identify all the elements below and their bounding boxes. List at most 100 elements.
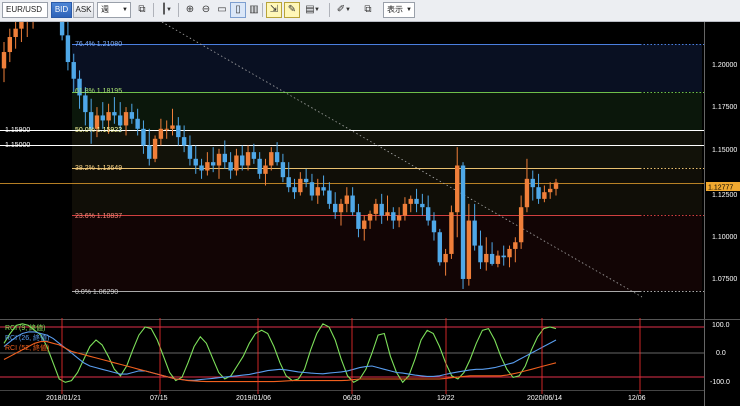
- date-tick-label: 12/06: [628, 395, 646, 402]
- candle-body: [1, 52, 7, 69]
- fib-label-50: 50.0% 1.15922: [75, 127, 122, 134]
- candle-body: [19, 22, 24, 29]
- fib-label-23: 23.6% 1.10837: [75, 213, 122, 220]
- date-tick-label: 2018/01/21: [46, 395, 81, 402]
- display-menu[interactable]: 表示 ▼: [383, 2, 415, 18]
- candle-body: [518, 207, 524, 243]
- candle-body: [484, 253, 489, 263]
- candle-body: [356, 212, 361, 229]
- candle-body: [443, 253, 448, 263]
- split-view-icon[interactable]: ▥: [246, 2, 262, 18]
- period-select[interactable]: 週 ▼: [97, 2, 131, 18]
- zoom-out-icon[interactable]: ⊖: [198, 2, 214, 18]
- candle-body: [321, 187, 326, 191]
- candle-body: [408, 198, 413, 204]
- candle-body: [205, 162, 210, 171]
- chevron-down-icon: ▼: [122, 7, 128, 13]
- candle-body: [129, 112, 135, 119]
- period-label: 週: [101, 5, 109, 14]
- candle-body: [158, 128, 164, 139]
- price-tick-label: 1.15000: [712, 147, 737, 154]
- candle-body: [170, 125, 175, 129]
- candle-body: [100, 115, 105, 121]
- candle-body: [542, 192, 547, 199]
- screen-layout-icon[interactable]: ⧉: [360, 2, 376, 18]
- candle-body: [466, 220, 472, 279]
- candle-body: [298, 178, 303, 193]
- scroll-lock-icon[interactable]: ▯: [230, 2, 246, 18]
- copy-icon[interactable]: ⧉: [134, 2, 150, 18]
- candle-body: [222, 153, 227, 163]
- candle-body: [141, 128, 146, 146]
- draw-tool-dropdown-icon[interactable]: ▼: [343, 2, 353, 18]
- fib-label-0: 0.0% 1.06290: [75, 289, 118, 296]
- candle-body: [147, 145, 152, 159]
- fib-zone: [72, 44, 702, 93]
- candle-body: [379, 203, 384, 216]
- fib-zone: [72, 214, 702, 291]
- rci-tick-label: 100.0: [712, 322, 730, 329]
- candle-body: [338, 203, 344, 213]
- candle-body: [65, 35, 71, 63]
- indicator-dropdown-icon[interactable]: ▼: [312, 2, 322, 18]
- fit-icon[interactable]: ▭: [214, 2, 230, 18]
- candle-body: [71, 62, 76, 79]
- candle-body: [402, 203, 408, 216]
- candle-body: [251, 152, 257, 159]
- candle-body: [507, 248, 512, 258]
- candle-body: [333, 203, 338, 213]
- price-tick-label: 1.12500: [712, 192, 737, 199]
- candle-body: [315, 187, 320, 196]
- candle-body: [303, 178, 309, 183]
- price-tick-label: 1.07500: [712, 276, 737, 283]
- candle-body: [199, 165, 204, 171]
- candle-body: [13, 28, 18, 38]
- candle-body: [187, 145, 193, 159]
- date-tick-label: 06/30: [343, 395, 361, 402]
- candle-body: [495, 255, 501, 264]
- fibonacci-retracement[interactable]: [72, 44, 704, 292]
- candle-body: [123, 112, 129, 126]
- hline-label-1: 1.15900: [5, 127, 30, 134]
- fib-label-61: 61.8% 1.18195: [75, 88, 122, 95]
- rci52-legend: RCI (52, 終値): [5, 343, 49, 352]
- candle-body: [257, 158, 262, 174]
- candle-body: [472, 220, 477, 246]
- candle-body: [106, 112, 111, 121]
- bid-button[interactable]: BID: [51, 2, 72, 18]
- date-tick-label: 2019/01/06: [236, 395, 271, 402]
- candle-body: [367, 213, 373, 221]
- candle-body: [118, 115, 123, 126]
- candle-body: [478, 245, 483, 263]
- candle-body: [135, 118, 140, 129]
- candle-body: [530, 178, 535, 188]
- candle-body: [431, 220, 437, 233]
- candle-body: [536, 187, 541, 199]
- chevron-down-icon: ▼: [406, 7, 412, 13]
- candle-body: [210, 162, 216, 166]
- hline-label-2: 1.15000: [5, 142, 30, 149]
- indicator-add-icon[interactable]: ⇲: [266, 2, 282, 18]
- chart-type-dropdown-icon[interactable]: ▼: [164, 2, 174, 18]
- candle-body: [396, 215, 402, 221]
- symbol-select[interactable]: EUR/USD: [2, 2, 48, 18]
- candle-body: [385, 212, 390, 216]
- ask-button[interactable]: ASK: [73, 2, 94, 18]
- candle-body: [524, 178, 530, 208]
- candle-body: [269, 152, 274, 166]
- candle-body: [437, 232, 442, 263]
- candle-body: [181, 137, 187, 146]
- zoom-in-icon[interactable]: ⊕: [182, 2, 198, 18]
- rci9-legend: RCI (9, 終値): [5, 323, 45, 332]
- candle-body: [513, 242, 518, 249]
- candle-body: [59, 22, 65, 36]
- candle-body: [263, 165, 268, 174]
- current-price-label: 1.12777: [708, 185, 733, 192]
- date-tick-label: 07/15: [150, 395, 168, 402]
- candle-body: [240, 155, 245, 166]
- indicator-edit-icon[interactable]: ✎: [284, 2, 300, 18]
- candle-body: [391, 212, 396, 221]
- chart-canvas[interactable]: 1.20000 1.17500 1.15000 1.12500 1.10000 …: [0, 22, 740, 406]
- candle-body: [449, 212, 454, 254]
- candle-body: [164, 128, 169, 130]
